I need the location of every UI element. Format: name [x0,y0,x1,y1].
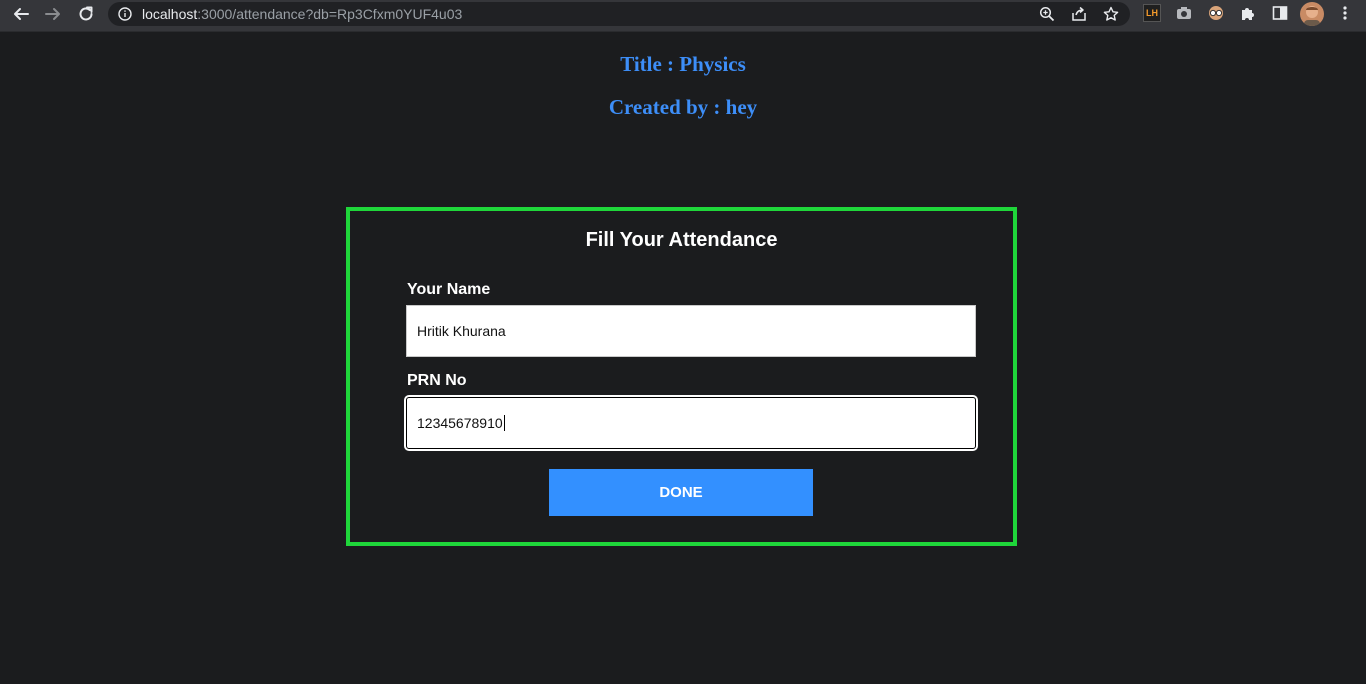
site-info-icon[interactable] [118,7,132,21]
glasses-extension-icon[interactable] [1207,4,1225,22]
browser-toolbar: localhost:3000/attendance?db=Rp3Cfxm0YUF… [0,0,1366,32]
profile-avatar[interactable] [1300,2,1324,26]
attendance-form: Fill Your Attendance Your Name Hritik Kh… [346,207,1017,546]
form-heading: Fill Your Attendance [585,229,778,251]
share-icon[interactable] [1069,5,1089,23]
name-input-value: Hritik Khurana [417,323,506,339]
forward-arrow-icon[interactable] [40,3,66,25]
bookmark-star-icon[interactable] [1101,5,1121,23]
created-by-text: Created by : hey [608,95,758,119]
prn-input-value: 12345678910 [417,415,503,431]
zoom-icon[interactable] [1037,5,1057,23]
extension-badge-text: LH [1146,8,1158,18]
prn-input[interactable]: 12345678910 [406,397,976,449]
name-label: Your Name [407,281,491,298]
name-input[interactable]: Hritik Khurana [406,305,976,357]
url-host: localhost [142,6,198,22]
lighthouse-extension-icon[interactable]: LH [1143,4,1161,22]
back-arrow-icon[interactable] [8,3,34,25]
address-bar[interactable]: localhost:3000/attendance?db=Rp3Cfxm0YUF… [108,2,1130,26]
text-caret [503,415,505,432]
side-panel-icon[interactable] [1271,4,1289,22]
extensions-puzzle-icon[interactable] [1239,4,1257,22]
prn-label: PRN No [407,372,467,389]
camera-extension-icon[interactable] [1175,4,1193,22]
reload-icon[interactable] [73,3,99,25]
page-title: Title : Physics [620,52,746,76]
done-button[interactable]: DONE [549,469,813,516]
url-text[interactable]: localhost:3000/attendance?db=Rp3Cfxm0YUF… [142,6,462,22]
more-menu-icon[interactable] [1336,4,1354,22]
url-path: :3000/attendance?db=Rp3Cfxm0YUF4u03 [197,6,463,22]
